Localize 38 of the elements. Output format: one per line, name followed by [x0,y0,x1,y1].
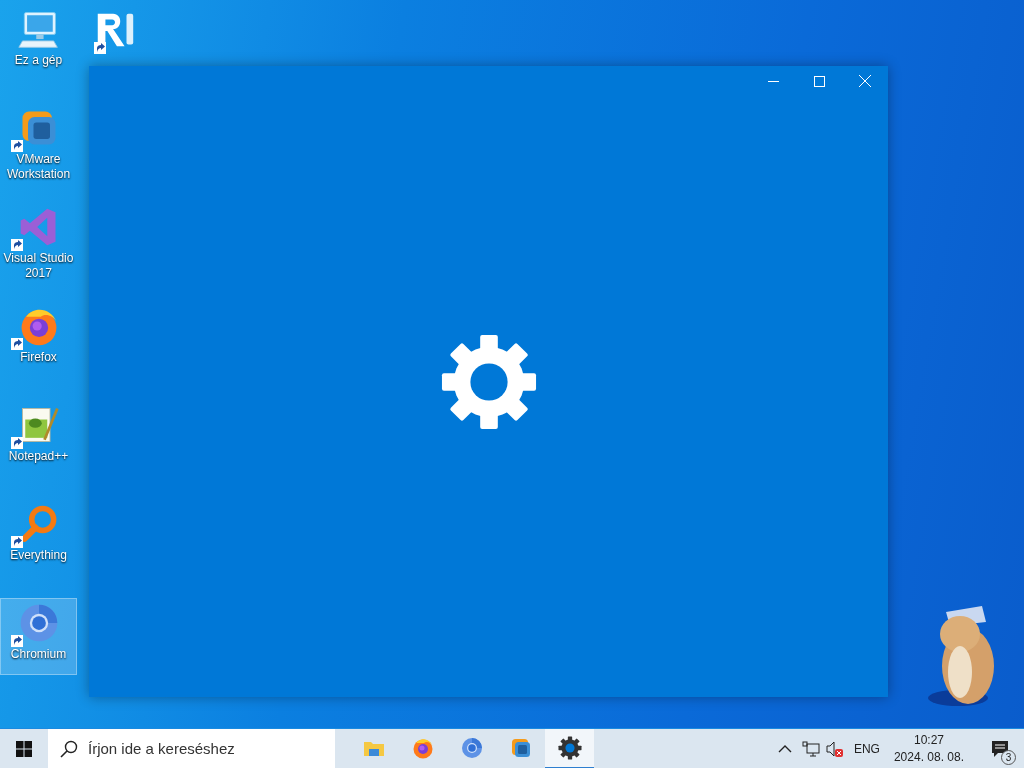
icon-label: Visual Studio 2017 [2,251,75,281]
network-icon[interactable] [801,740,820,757]
close-icon [859,75,871,87]
shortcut-arrow-icon [10,239,23,251]
desktop-icon[interactable]: Everything [0,499,77,576]
chevron-up-icon[interactable] [777,743,792,754]
icon-label: VMware Workstation [5,152,72,182]
maximize-icon [813,75,825,87]
language-indicator[interactable]: ENG [853,739,880,758]
search-field[interactable]: Írjon ide a kereséshez [48,728,335,768]
desktop-icon[interactable]: Visual Studio 2017 [0,202,77,279]
clock-time: 10:27 [913,731,944,749]
icon-label: Notepad++ [8,449,69,464]
shortcut-arrow-icon [10,635,23,647]
desktop-icon[interactable]: VMware Workstation [0,103,77,180]
desktop-icon[interactable]: Chromium [0,598,77,675]
desktop-icon[interactable]: Ez a gép [0,4,77,81]
search-icon [60,739,78,758]
notification-button[interactable]: 3 [980,728,1020,768]
shortcut-arrow-icon [10,536,23,548]
desktop-icon[interactable]: Notepad++ [0,400,77,477]
shortcut-arrow-icon [94,42,106,54]
icon-label: Chromium [10,647,67,662]
muted-speaker-icon[interactable] [825,740,844,757]
gear-icon [557,735,582,760]
icon-label: Ez a gép [14,53,63,68]
shortcut-arrow-icon [10,437,23,449]
shortcut-arrow-icon [10,140,23,152]
icon-label: Everything [10,548,67,563]
gear-icon [439,332,538,431]
clock-date: 2024. 08. 08. [893,748,964,766]
shortcut-arrow-icon [10,338,23,350]
icon-label: Firefox [20,350,57,365]
chromium-icon [459,735,484,760]
desktop-icon[interactable]: Firefox [0,301,77,378]
taskbar-app-button[interactable] [545,728,594,768]
clock[interactable]: 10:27 2024. 08. 08. [893,731,964,766]
windows-icon [16,740,32,757]
